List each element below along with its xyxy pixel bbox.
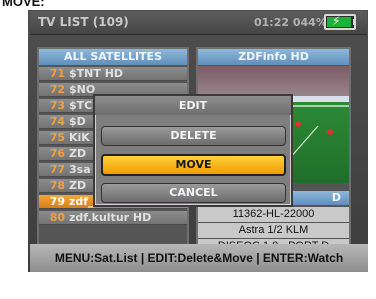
channel-number: 74: [49, 115, 65, 128]
channel-name: ZD: [69, 147, 87, 160]
move-button[interactable]: MOVE: [101, 154, 286, 176]
channel-number: 73: [49, 99, 65, 112]
caption-text: MOVE:: [2, 0, 45, 9]
channel-number: 75: [49, 131, 65, 144]
cancel-button[interactable]: CANCEL: [101, 183, 286, 203]
list-title: TV LIST (109): [38, 15, 129, 29]
channel-name: $TNT HD: [69, 67, 124, 80]
satellite-name: Astra 1/2 KLM: [198, 223, 349, 238]
level: 044%: [292, 16, 327, 29]
transponder-frequency: 11362-HL-22000: [198, 207, 349, 222]
channel-name: ZD: [69, 179, 87, 192]
channel-number: 79: [49, 195, 65, 208]
channel-name: $NO: [69, 83, 96, 96]
screen-frame: MOVE: TV LIST (109) 01:22 044% ⚡ ALL SAT…: [0, 0, 376, 299]
channel-name: $D: [69, 115, 86, 128]
time: 01:22: [254, 16, 290, 29]
footer-hint: MENU:Sat.List | EDIT:Delete&Move | ENTER…: [30, 244, 368, 272]
channel-number: 72: [49, 83, 65, 96]
status-clock: 01:22 044%: [254, 16, 327, 29]
channel-number: 78: [49, 179, 65, 192]
battery-charging-icon: ⚡: [324, 14, 356, 30]
channel-row[interactable]: 71 $TNT HD: [39, 67, 187, 81]
channel-number: 76: [49, 147, 65, 160]
preview-channel-name: ZDFinfo HD: [198, 49, 349, 65]
channel-number: 77: [49, 163, 65, 176]
channel-name: zdf.kultur HD: [69, 211, 152, 224]
channel-number: 80: [49, 211, 65, 224]
channel-row[interactable]: 80 zdf.kultur HD: [39, 211, 187, 225]
channel-name: KiK: [69, 131, 90, 144]
channel-name: 3sa: [69, 163, 91, 176]
channel-number: 71: [49, 67, 65, 80]
satellite-header[interactable]: ALL SATELLITES: [39, 49, 187, 65]
channel-name: $TC: [69, 99, 93, 112]
dialog-title: EDIT: [95, 96, 291, 115]
delete-button[interactable]: DELETE: [101, 126, 286, 146]
